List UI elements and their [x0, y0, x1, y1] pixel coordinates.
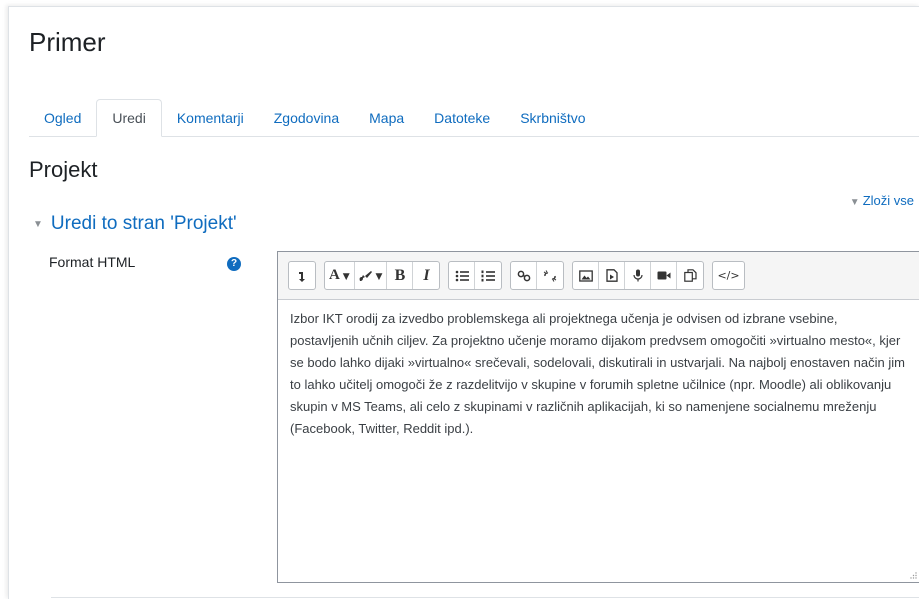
text-color-icon[interactable]: ▼: [355, 262, 388, 289]
collapse-all-link[interactable]: ▼ Zloži vse: [850, 193, 914, 208]
html-source-icon[interactable]: </>: [713, 262, 743, 289]
toolbar-group-source: </>: [712, 261, 745, 290]
image-icon[interactable]: [573, 262, 600, 289]
resize-handle-icon[interactable]: [909, 571, 917, 579]
ordered-list-icon[interactable]: [475, 262, 501, 289]
bold-icon[interactable]: B: [387, 262, 414, 289]
font-size-label: A: [329, 267, 340, 283]
page-title: Primer: [29, 27, 106, 57]
fieldset-legend-label: Uredi to stran 'Projekt': [50, 213, 237, 234]
media-icon[interactable]: [599, 262, 626, 289]
video-icon[interactable]: [651, 262, 678, 289]
field-label: Format HTML: [49, 254, 136, 270]
italic-icon[interactable]: I: [413, 262, 439, 289]
caret-down-icon: ▼: [849, 197, 860, 208]
question-circle-icon[interactable]: ?: [227, 257, 241, 271]
tab-uredi[interactable]: Uredi: [96, 99, 162, 137]
toolbar-group-links: [510, 261, 565, 290]
editor-toolbar: A ▼ ▼ B I </>: [278, 252, 919, 300]
caret-down-icon: ▼: [33, 218, 43, 230]
tab-datoteke[interactable]: Datoteke: [419, 100, 505, 136]
toolbar-group-media: [572, 261, 705, 290]
toolbar-group-lists: [448, 261, 503, 290]
microphone-icon[interactable]: [625, 262, 652, 289]
fieldset-legend[interactable]: ▼ Uredi to stran 'Projekt': [33, 213, 237, 235]
tab-bar: Ogled Uredi Komentarji Zgodovina Mapa Da…: [29, 99, 919, 137]
manage-files-icon[interactable]: [677, 262, 703, 289]
toolbar-group-style: A ▼ ▼ B I: [324, 261, 441, 290]
tab-zgodovina[interactable]: Zgodovina: [259, 100, 354, 136]
unordered-list-icon[interactable]: [449, 262, 476, 289]
section-title: Projekt: [29, 157, 98, 182]
toolbar-group-toggle: [288, 261, 316, 290]
link-icon[interactable]: [511, 262, 538, 289]
html-editor: A ▼ ▼ B I </> Izbor IKT orodij za izvedb…: [277, 251, 919, 583]
editor-content[interactable]: Izbor IKT orodij za izvedbo problemskega…: [278, 300, 919, 448]
tab-komentarji[interactable]: Komentarji: [162, 100, 259, 136]
tab-skrbnistvo[interactable]: Skrbništvo: [505, 100, 600, 136]
unlink-icon[interactable]: [537, 262, 563, 289]
toggle-toolbar-icon[interactable]: [289, 262, 315, 289]
tab-mapa[interactable]: Mapa: [354, 100, 419, 136]
page-frame: Primer Ogled Uredi Komentarji Zgodovina …: [8, 6, 919, 599]
collapse-all-label: Zloži vse: [862, 193, 914, 208]
font-size-icon[interactable]: A ▼: [325, 262, 355, 289]
tab-ogled[interactable]: Ogled: [29, 100, 96, 136]
